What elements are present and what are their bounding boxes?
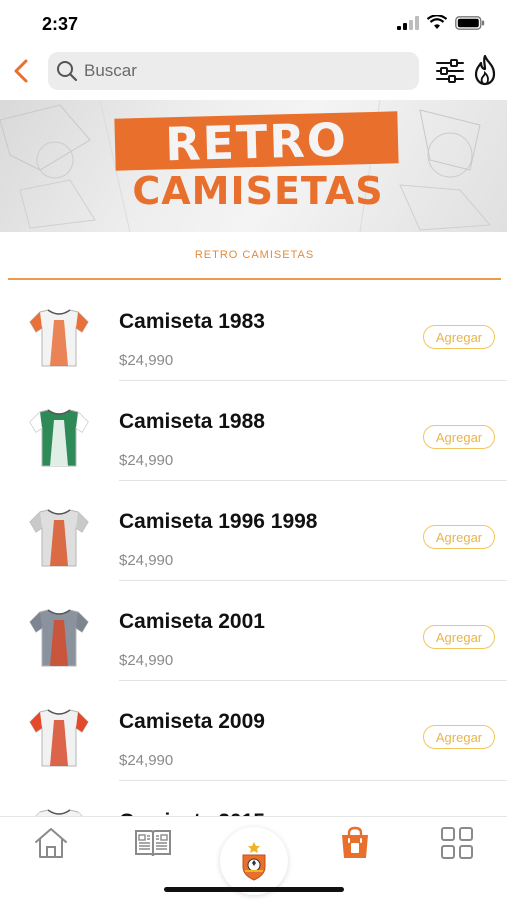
jersey-thumbnail bbox=[35, 809, 83, 816]
product-row[interactable]: Camiseta 2015$24,990Agregar bbox=[0, 788, 507, 816]
search-bar[interactable] bbox=[48, 52, 419, 90]
jersey-thumbnail bbox=[29, 509, 89, 567]
shopping-bag-icon bbox=[342, 826, 368, 858]
search-icon bbox=[57, 61, 78, 82]
row-divider bbox=[119, 480, 507, 481]
back-button[interactable] bbox=[8, 54, 34, 88]
tab-shop[interactable] bbox=[333, 825, 377, 861]
row-divider bbox=[119, 580, 507, 581]
jersey-thumbnail bbox=[29, 609, 89, 667]
add-to-cart-button[interactable]: Agregar bbox=[423, 525, 495, 549]
banner-title-line2: CAMISETAS bbox=[132, 169, 384, 213]
home-icon bbox=[35, 828, 67, 858]
jersey-thumbnail bbox=[29, 409, 89, 467]
sliders-icon bbox=[436, 59, 464, 83]
magazine-icon bbox=[135, 830, 171, 857]
search-input[interactable] bbox=[84, 61, 384, 81]
add-to-cart-button[interactable]: Agregar bbox=[423, 325, 495, 349]
row-divider bbox=[119, 780, 507, 781]
product-row[interactable]: Camiseta 2001 $24,990 Agregar bbox=[0, 588, 507, 688]
product-name: Camiseta 1983 bbox=[119, 310, 265, 333]
trending-button[interactable] bbox=[472, 54, 498, 86]
tab-magazine[interactable] bbox=[131, 825, 175, 861]
status-time: 2:37 bbox=[42, 14, 79, 34]
status-bar: 2:37 bbox=[0, 0, 507, 46]
tab-retro-camisetas[interactable]: RETRO CAMISETAS bbox=[8, 232, 501, 280]
product-price: $24,990 bbox=[119, 652, 174, 669]
banner-title-line1: RETRO bbox=[164, 112, 349, 172]
product-price: $24,990 bbox=[119, 552, 174, 569]
add-to-cart-button[interactable]: Agregar bbox=[423, 625, 495, 649]
product-row[interactable]: Camiseta 2009 $24,990 Agregar bbox=[0, 688, 507, 788]
category-banner: RETRO CAMISETAS bbox=[0, 100, 507, 232]
product-name: Camiseta 1988 bbox=[119, 410, 265, 433]
grid-icon bbox=[441, 827, 473, 859]
product-row[interactable]: Camiseta 1983 $24,990 Agregar bbox=[0, 288, 507, 388]
product-name: Camiseta 1996 1998 bbox=[119, 510, 318, 533]
tab-home[interactable] bbox=[29, 825, 73, 861]
product-name: Camiseta 2009 bbox=[119, 710, 265, 733]
product-list[interactable]: Camiseta 1983 $24,990 Agregar Camiseta 1988… bbox=[0, 288, 507, 816]
signal-icon bbox=[397, 15, 419, 30]
search-row bbox=[0, 48, 507, 94]
tab-bar bbox=[0, 816, 507, 900]
tab-club[interactable] bbox=[220, 827, 288, 895]
product-name: Camiseta 2001 bbox=[119, 610, 265, 633]
status-icons bbox=[397, 15, 485, 30]
jersey-thumbnail bbox=[29, 309, 89, 367]
product-price: $24,990 bbox=[119, 352, 174, 369]
product-price: $24,990 bbox=[119, 752, 174, 769]
wifi-icon bbox=[427, 15, 447, 29]
club-crest-icon bbox=[242, 842, 266, 881]
tab-more[interactable] bbox=[435, 825, 479, 861]
row-divider bbox=[119, 380, 507, 381]
add-to-cart-button[interactable]: Agregar bbox=[423, 725, 495, 749]
chevron-left-icon bbox=[14, 59, 28, 83]
battery-icon bbox=[455, 15, 485, 30]
filter-button[interactable] bbox=[435, 56, 465, 86]
product-row[interactable]: Camiseta 1996 1998 $24,990 Agregar bbox=[0, 488, 507, 588]
add-to-cart-button[interactable]: Agregar bbox=[423, 425, 495, 449]
row-divider bbox=[119, 680, 507, 681]
product-price: $24,990 bbox=[119, 452, 174, 469]
home-indicator bbox=[164, 887, 344, 892]
jersey-thumbnail bbox=[29, 709, 89, 767]
product-row[interactable]: Camiseta 1988 $24,990 Agregar bbox=[0, 388, 507, 488]
flame-icon bbox=[474, 54, 496, 86]
tab-label: RETRO CAMISETAS bbox=[194, 249, 315, 261]
